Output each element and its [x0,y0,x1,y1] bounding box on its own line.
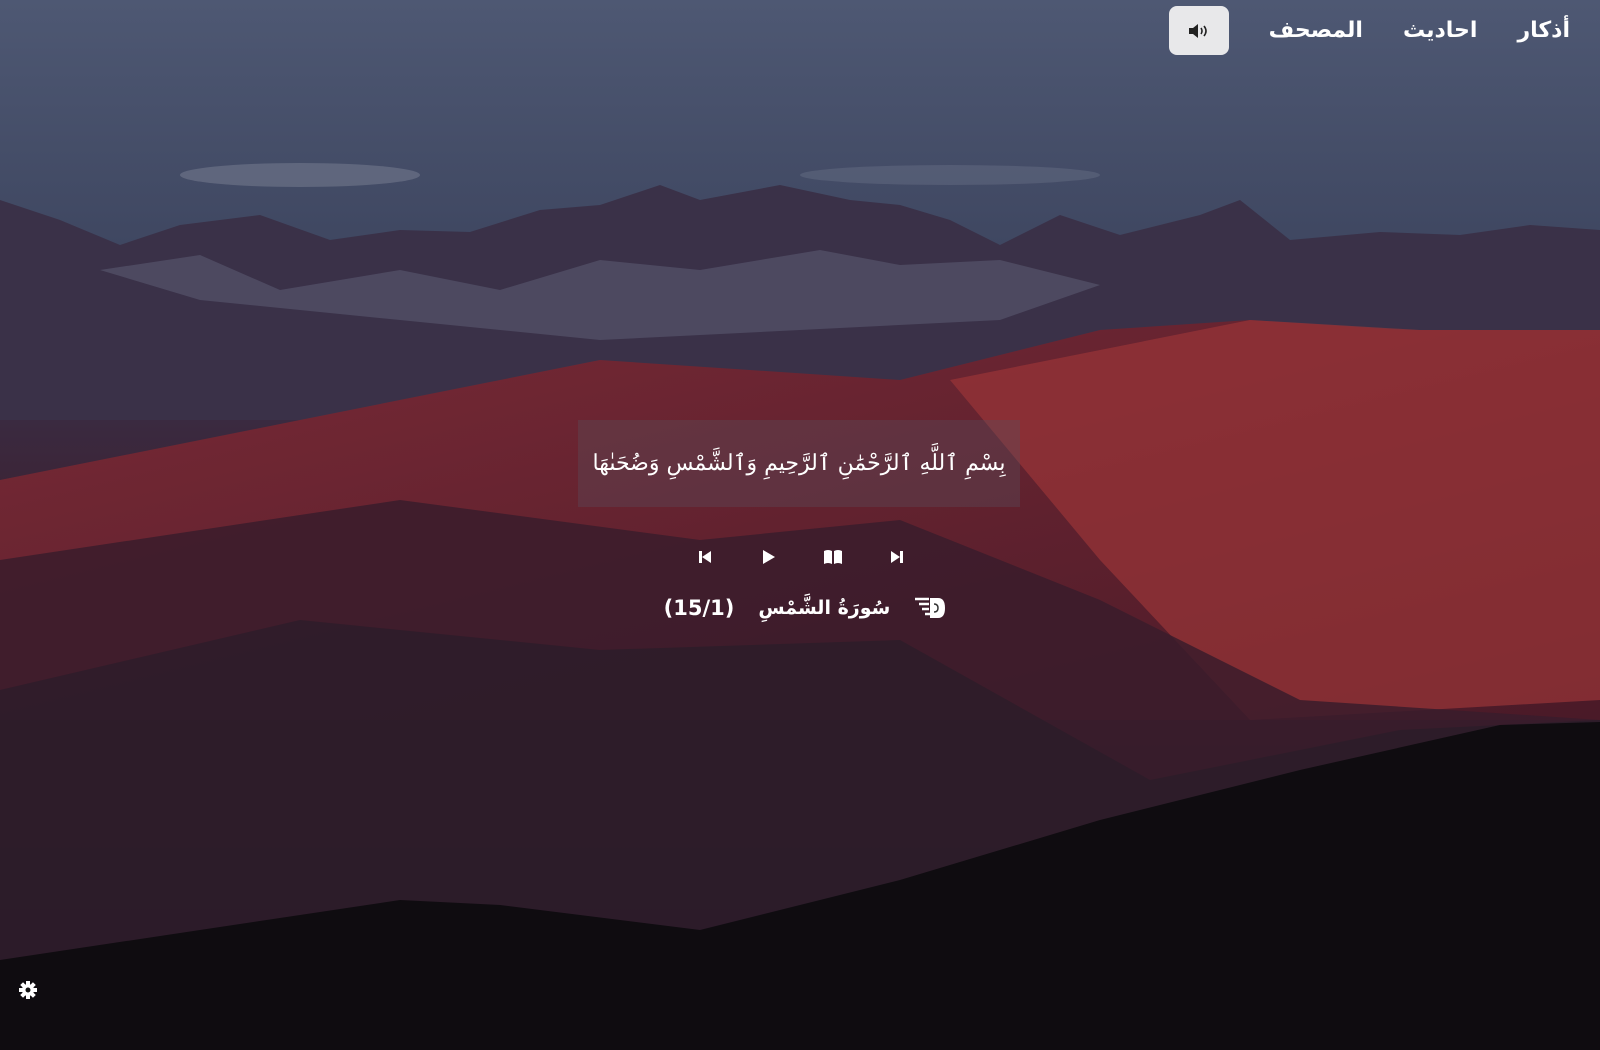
surah-info: سُورَةُ الشَّمْسِ (15/1) [0,595,1600,621]
nav-hadith[interactable]: احاديث [1403,18,1478,43]
previous-icon [699,551,711,563]
mountain-background [0,0,1600,1050]
play-button[interactable] [758,545,780,569]
next-button[interactable] [886,545,908,569]
play-icon [763,550,775,564]
speaker-icon [1188,23,1207,38]
ayah-display: بِسْمِ ٱللَّهِ ٱلرَّحْمَٰنِ ٱلرَّحِيمِ و… [578,420,1020,507]
nav-mushaf[interactable]: المصحف [1269,18,1363,43]
nav-adhkar[interactable]: أذكار [1517,18,1570,43]
top-nav: أذكار احاديث المصحف [1168,6,1570,55]
sound-toggle-button[interactable] [1168,6,1229,55]
surah-name: سُورَةُ الشَّمْسِ [758,597,891,619]
previous-button[interactable] [694,545,716,569]
hand-pointing-icon[interactable] [914,595,946,621]
gear-icon [19,981,37,999]
settings-button[interactable] [18,980,38,1004]
read-button[interactable] [822,545,844,569]
ayah-progress: (15/1) [663,596,735,620]
ayah-text: بِسْمِ ٱللَّهِ ٱلرَّحْمَٰنِ ٱلرَّحِيمِ و… [592,451,1006,476]
next-icon [891,551,903,563]
book-icon [824,550,842,564]
player-controls [0,545,1600,569]
